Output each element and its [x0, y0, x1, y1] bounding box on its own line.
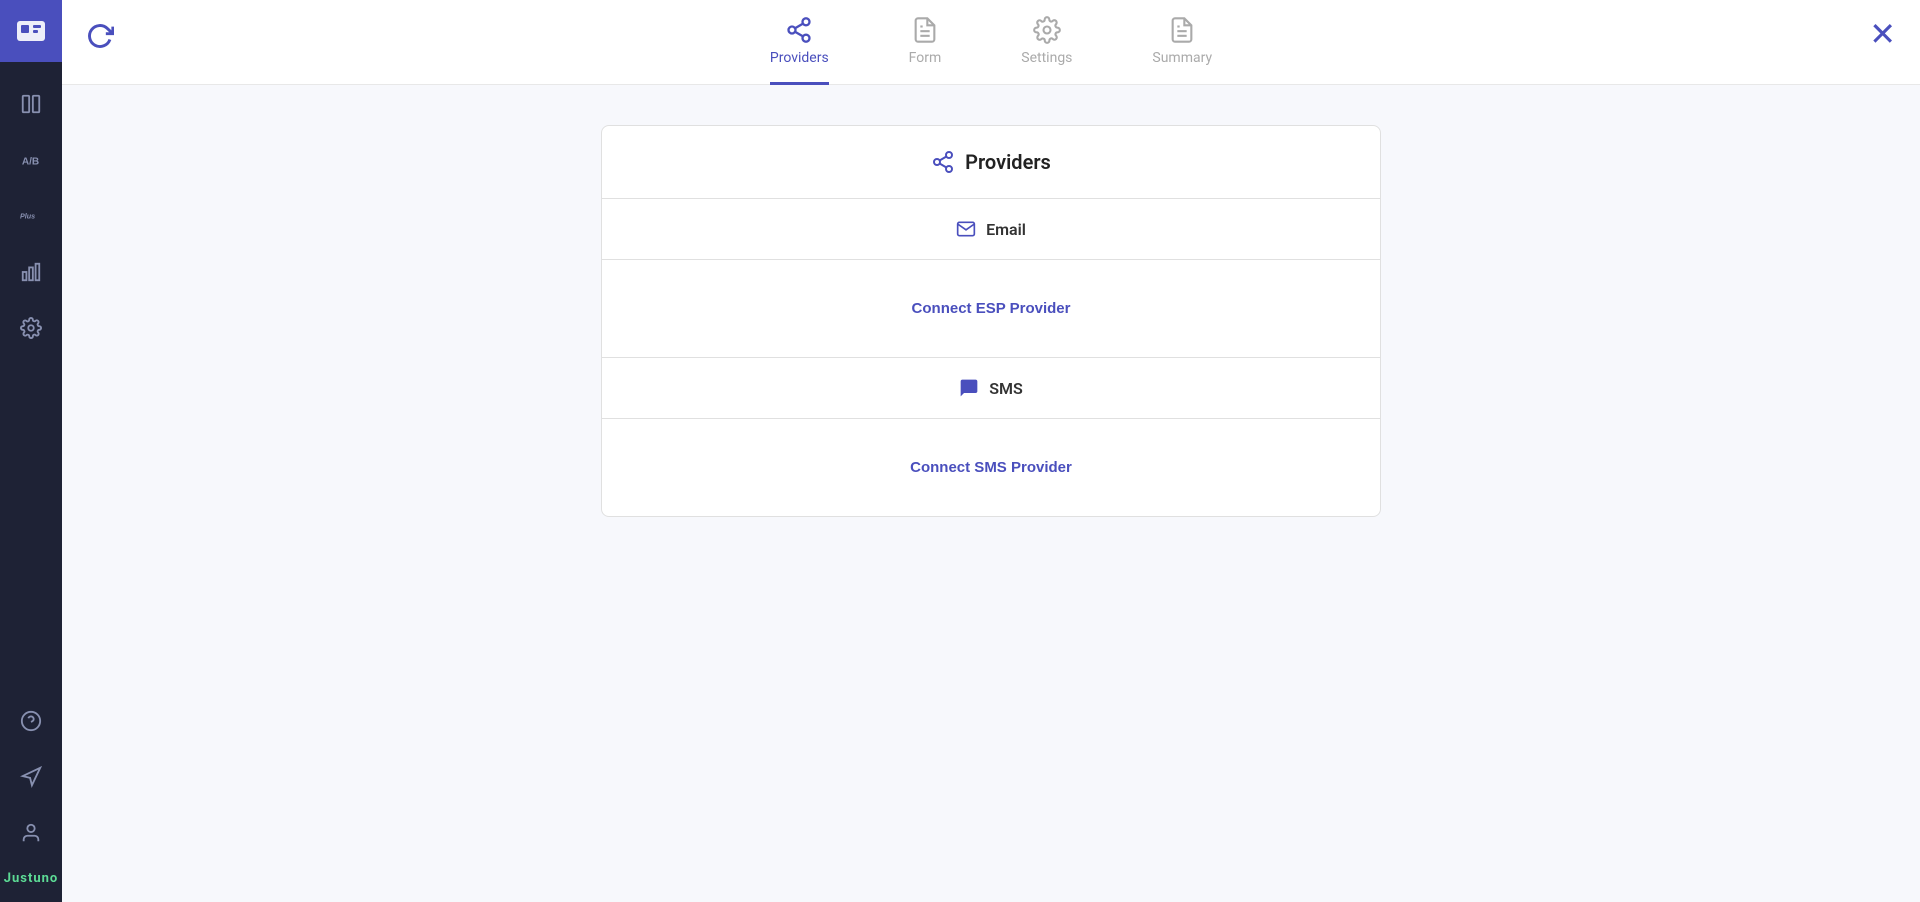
providers-panel-title: Providers — [965, 150, 1051, 174]
email-connect-area: Connect ESP Provider — [602, 260, 1380, 357]
tab-settings-label: Settings — [1021, 50, 1072, 66]
email-section-header: Email — [602, 199, 1380, 260]
providers-panel-header: Providers — [602, 126, 1380, 199]
sms-connect-area: Connect SMS Provider — [602, 419, 1380, 516]
sidebar-item-megaphone[interactable] — [0, 751, 62, 803]
sidebar-item-analytics[interactable] — [0, 246, 62, 298]
main-content: Providers Form Settings — [62, 0, 1920, 902]
sidebar-item-plus[interactable]: Plus — [0, 190, 62, 242]
svg-text:A/B: A/B — [22, 157, 39, 168]
sidebar-nav: A/B Plus — [0, 62, 62, 695]
sms-provider-section: SMS Connect SMS Provider — [602, 358, 1380, 516]
top-nav: Providers Form Settings — [62, 0, 1920, 85]
tab-summary-label: Summary — [1152, 50, 1212, 66]
email-section-label: Email — [986, 220, 1026, 239]
tab-summary[interactable]: Summary — [1152, 16, 1212, 85]
content-area: Providers Email Connect ESP Provider — [62, 85, 1920, 902]
email-icon — [956, 219, 976, 239]
sidebar-item-settings[interactable] — [0, 302, 62, 354]
tab-form-label: Form — [909, 50, 942, 66]
email-provider-section: Email Connect ESP Provider — [602, 199, 1380, 358]
sms-section-label: SMS — [989, 379, 1023, 398]
providers-share-icon — [931, 150, 955, 174]
connect-sms-button[interactable]: Connect SMS Provider — [910, 459, 1072, 476]
sidebar-logo[interactable] — [0, 0, 62, 62]
sms-icon — [959, 378, 979, 398]
sidebar-bottom: Justuno — [0, 695, 62, 902]
refresh-button[interactable] — [86, 22, 114, 53]
sidebar-item-account[interactable] — [0, 807, 62, 859]
sidebar-item-ab[interactable]: A/B — [0, 134, 62, 186]
svg-text:Plus: Plus — [20, 213, 35, 221]
sidebar-item-help[interactable] — [0, 695, 62, 747]
sidebar-item-library[interactable] — [0, 78, 62, 130]
tab-providers-label: Providers — [770, 50, 829, 66]
providers-panel: Providers Email Connect ESP Provider — [601, 125, 1381, 517]
sidebar: A/B Plus — [0, 0, 62, 902]
connect-esp-button[interactable]: Connect ESP Provider — [912, 300, 1071, 317]
tab-providers[interactable]: Providers — [770, 16, 829, 85]
close-button[interactable]: ✕ — [1869, 18, 1896, 50]
tab-form[interactable]: Form — [909, 16, 942, 85]
sms-section-header: SMS — [602, 358, 1380, 419]
justuno-brand: Justuno — [4, 863, 59, 890]
tab-settings[interactable]: Settings — [1021, 16, 1072, 85]
